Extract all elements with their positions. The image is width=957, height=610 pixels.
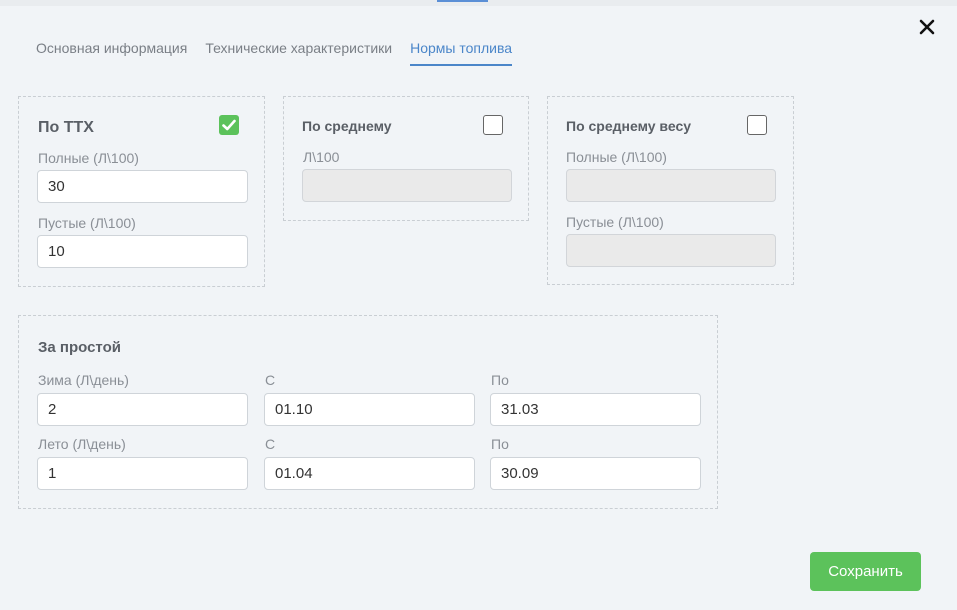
by-ttx-title: По ТТХ bbox=[38, 119, 94, 136]
idle-summer-label: Лето (Л\день) bbox=[38, 436, 126, 452]
by-ttx-full-input[interactable]: 30 bbox=[37, 170, 248, 203]
idle-winter-to-label: По bbox=[491, 372, 509, 388]
tab-fuel-norms[interactable]: Нормы топлива bbox=[410, 40, 513, 66]
idle-section: За простой Зима (Л\день) 2 С 01.10 По 31… bbox=[18, 315, 718, 509]
idle-winter-from-input[interactable]: 01.10 bbox=[264, 393, 475, 426]
tab-technical-specs[interactable]: Технические характеристики bbox=[205, 40, 392, 66]
by-average-value-input[interactable] bbox=[302, 169, 512, 202]
close-icon[interactable] bbox=[917, 17, 937, 37]
by-ttx-section: По ТТХ Полные (Л\100) 30 Пустые (Л\100) … bbox=[18, 96, 265, 287]
by-ttx-empty-input[interactable]: 10 bbox=[37, 235, 248, 268]
by-average-value-label: Л\100 bbox=[303, 149, 340, 165]
idle-summer-from-input[interactable]: 01.04 bbox=[264, 457, 475, 490]
by-average-weight-full-label: Полные (Л\100) bbox=[566, 149, 667, 165]
by-average-weight-title: По среднему весу bbox=[566, 118, 692, 134]
idle-summer-to-input[interactable]: 30.09 bbox=[490, 457, 701, 490]
background-toolbar-strip bbox=[0, 0, 957, 6]
fuel-norms-dialog: Основная информация Технические характер… bbox=[0, 0, 957, 610]
by-average-checkbox[interactable] bbox=[483, 115, 503, 135]
idle-summer-from-label: С bbox=[265, 436, 276, 452]
background-toolbar-accent bbox=[437, 0, 488, 2]
idle-winter-label: Зима (Л\день) bbox=[38, 372, 129, 388]
by-average-weight-empty-input[interactable] bbox=[566, 234, 776, 267]
save-button[interactable]: Сохранить bbox=[810, 552, 921, 591]
idle-winter-from-label: С bbox=[265, 372, 276, 388]
idle-title: За простой bbox=[38, 339, 121, 356]
by-average-section: По среднему Л\100 bbox=[283, 96, 529, 221]
by-ttx-checkbox[interactable] bbox=[219, 115, 239, 135]
tab-main-info[interactable]: Основная информация bbox=[36, 40, 187, 66]
by-average-weight-section: По среднему весу Полные (Л\100) Пустые (… bbox=[547, 96, 794, 285]
idle-winter-to-input[interactable]: 31.03 bbox=[490, 393, 701, 426]
by-ttx-full-label: Полные (Л\100) bbox=[38, 150, 139, 166]
by-average-weight-checkbox[interactable] bbox=[747, 115, 767, 135]
by-average-title: По среднему bbox=[302, 118, 392, 134]
idle-winter-input[interactable]: 2 bbox=[37, 393, 248, 426]
idle-summer-input[interactable]: 1 bbox=[37, 457, 248, 490]
idle-summer-to-label: По bbox=[491, 436, 509, 452]
by-average-weight-full-input[interactable] bbox=[566, 169, 776, 202]
tab-bar: Основная информация Технические характер… bbox=[36, 40, 513, 66]
by-average-weight-empty-label: Пустые (Л\100) bbox=[566, 214, 664, 230]
checkmark-icon bbox=[222, 119, 236, 131]
by-ttx-empty-label: Пустые (Л\100) bbox=[38, 215, 136, 231]
